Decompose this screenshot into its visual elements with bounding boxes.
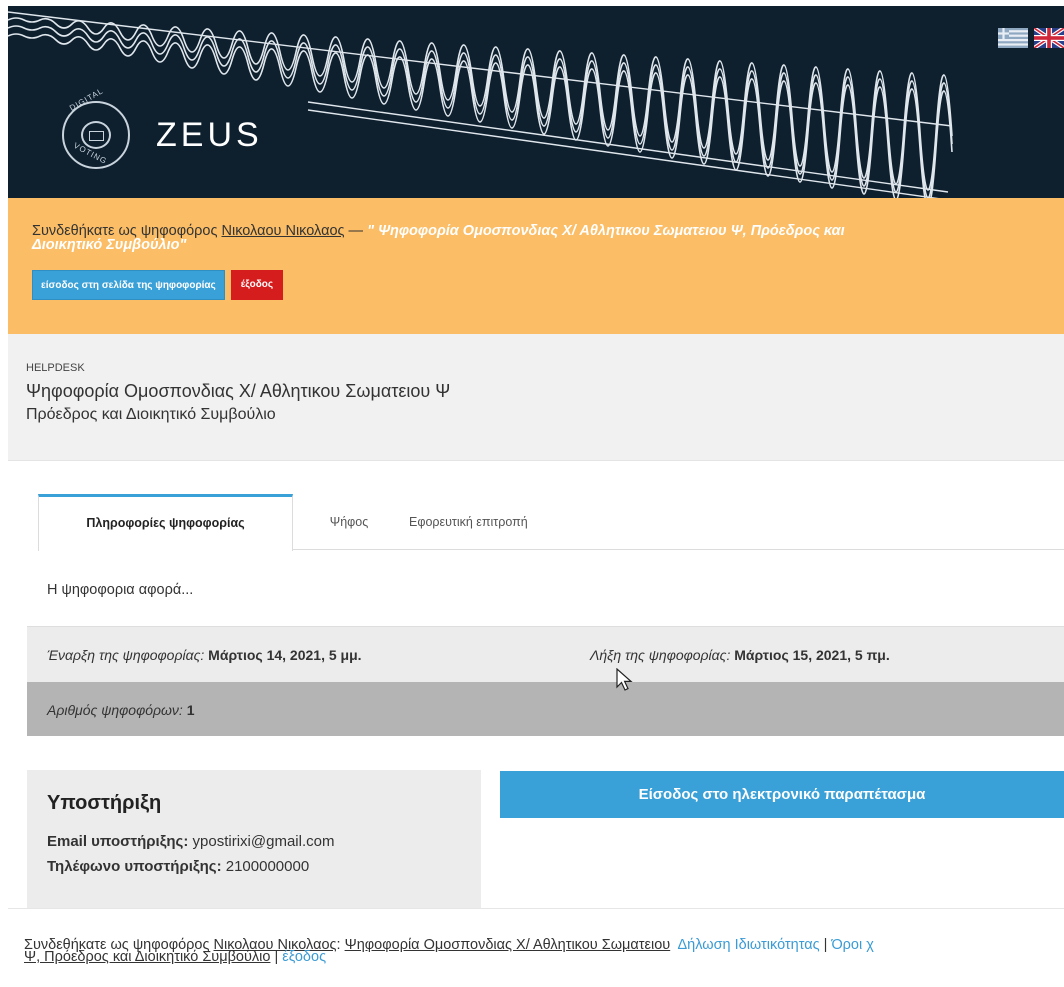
election-description: Η ψηφοφορια αφορά... [47,582,194,598]
banner-election-name: " Ψηφοφορία Ομοσπονδιας Χ/ Αθλητικου Σωμ… [367,223,845,239]
uk-flag-icon[interactable] [1034,28,1064,48]
support-email-value: ypostirixi@gmail.com [192,833,335,850]
logged-in-banner: Συνδεθήκατε ως ψηφοφόρος Νικολαου Νικολα… [8,198,1064,334]
privacy-policy-link[interactable]: Δήλωση Ιδιωτικότητας [677,937,819,953]
footer-election-link[interactable]: Ψηφοφορία Ομοσπονδιας Χ/ Αθλητικου Σωματ… [345,937,671,953]
header-wave-decoration [8,11,953,198]
support-heading: Υποστήριξη [47,792,162,814]
election-dates-row: Έναρξη της ψηφοφορίας: Μάρτιος 14, 2021,… [27,626,1064,682]
end-date: Λήξη της ψηφοφορίας: Μάρτιος 15, 2021, 5… [590,647,890,663]
support-phone-label: Τηλέφωνο υποστήριξης: [47,858,222,875]
helpdesk-label: HELPDESK [26,362,85,374]
start-date-value: Μάρτιος 14, 2021, 5 μμ. [208,647,362,663]
banner-separator: — [344,223,368,239]
voter-count-value: 1 [186,702,195,718]
start-date-label: Έναρξη της ψηφοφορίας: [47,647,205,663]
page-footer: Συνδεθήκατε ως ψηφοφόρος Νικολαου Νικολα… [8,908,1064,987]
end-date-label: Λήξη της ψηφοφορίας: [590,647,731,663]
end-date-value: Μάρτιος 15, 2021, 5 πμ. [734,647,890,663]
start-date: Έναρξη της ψηφοφορίας: Μάρτιος 14, 2021,… [47,647,362,663]
tab-trustees[interactable]: Εφορευτική επιτροπή [405,494,583,550]
banner-voter-link[interactable]: Νικολαου Νικολαος [222,223,345,239]
greek-flag-icon[interactable] [998,28,1028,48]
election-tabs: Πληροφορίες ψηφοφορίας Ψήφος Εφορευτική … [38,494,1064,551]
enter-voting-booth-button[interactable]: Είσοδος στο ηλεκτρονικό παραπέτασμα [500,771,1064,818]
support-email: Email υποστήριξης: ypostirixi@gmail.com [47,833,481,850]
enter-election-page-button[interactable]: είσοδος στη σελίδα της ψηφοφορίας [32,270,225,300]
voter-count-label: Αριθμός ψηφοφόρων: [47,702,183,718]
support-box: Υποστήριξη Email υποστήριξης: ypostirixi… [27,770,481,908]
zeus-logo-icon: DIGITAL VOTING [62,86,130,169]
support-email-label: Email υποστήριξης: [47,833,189,850]
logout-button[interactable]: έξοδος [230,270,284,300]
election-title-area: HELPDESK Ψηφοφορία Ομοσπονδιας Χ/ Αθλητι… [8,334,1064,461]
banner-election-name-cont: Διοικητικό Συμβούλιο" [32,237,187,253]
language-switcher [998,28,1064,48]
voter-count: Αριθμός ψηφοφόρων: 1 [47,702,195,718]
election-subtitle: Πρόεδρος και Διοικητικό Συμβούλιο [26,406,276,423]
mouse-cursor-icon [616,668,633,691]
banner-message: Συνδεθήκατε ως ψηφοφόρος Νικολαου Νικολα… [32,223,1062,253]
tab-election-info[interactable]: Πληροφορίες ψηφοφορίας [38,494,293,551]
support-phone-value: 2100000000 [225,858,310,875]
tab-ballot[interactable]: Ψήφος [293,494,405,550]
election-title: Ψηφοφορία Ομοσπονδιας Χ/ Αθλητικου Σωματ… [26,381,451,401]
footer-election-link-cont[interactable]: Ψ, Πρόεδρος και Διοικητικό Συμβούλιο [24,949,270,965]
footer-logout-link[interactable]: έξοδος [282,949,326,965]
brand-name: ZEUS [156,116,263,154]
site-header: DIGITAL VOTING ZEUS [8,6,1064,198]
support-phone: Τηλέφωνο υποστήριξης: 2100000000 [47,858,481,875]
voter-count-row: Αριθμός ψηφοφόρων: 1 [27,682,1064,736]
terms-link[interactable]: Όροι χ [831,937,873,953]
